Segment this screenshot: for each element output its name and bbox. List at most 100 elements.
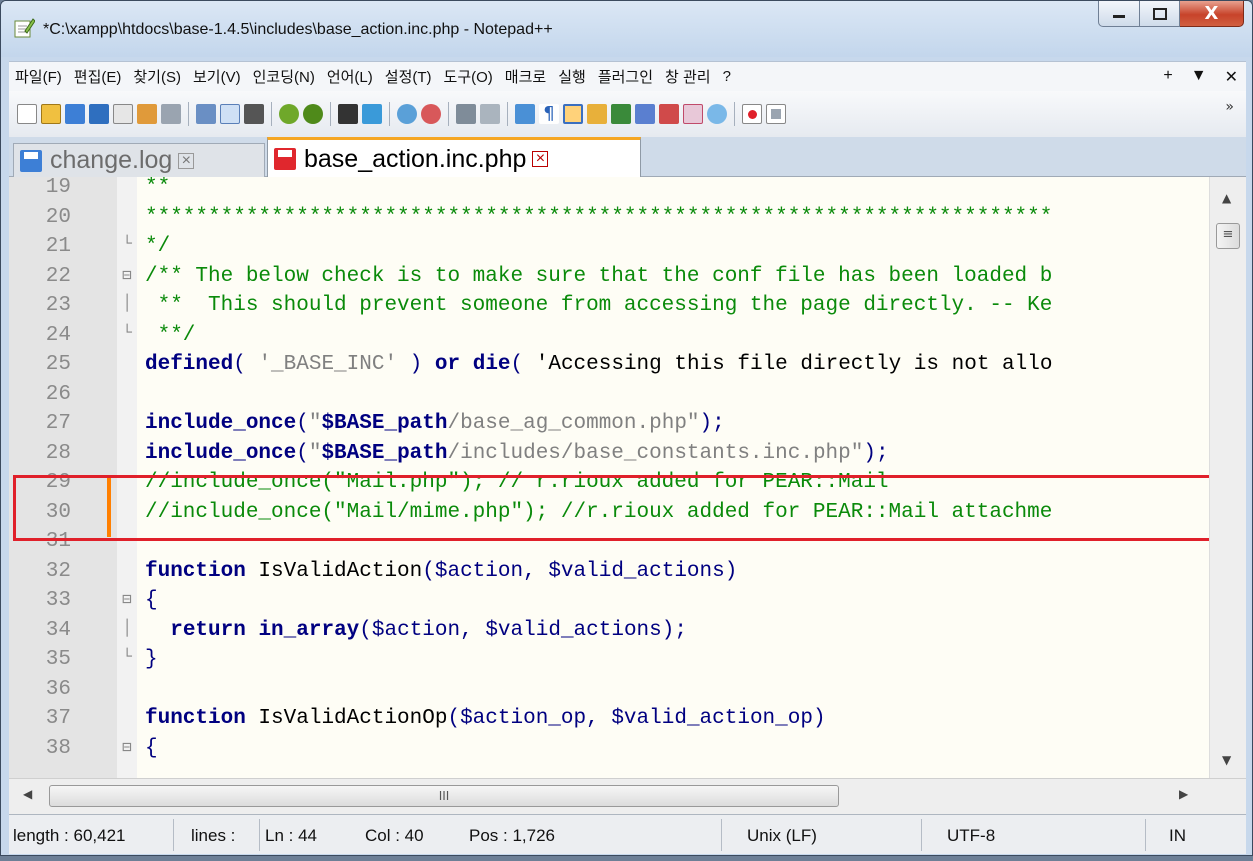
status-lines: lines :: [191, 826, 236, 845]
maximize-button[interactable]: [1140, 1, 1180, 27]
doc-list-icon[interactable]: [635, 104, 655, 124]
code-line[interactable]: 25 defined( '_BASE_INC' ) or die( 'Access…: [9, 351, 1246, 381]
doc-map-icon[interactable]: [611, 104, 631, 124]
zoom-in-icon[interactable]: [397, 104, 417, 124]
fold-marker-icon[interactable]: ⊟: [118, 589, 136, 615]
user-language-icon[interactable]: [587, 104, 607, 124]
menu-run[interactable]: 실행: [552, 66, 592, 87]
scroll-left-icon[interactable]: ◀: [23, 787, 32, 801]
code-text: function IsValidActionOp($action_op, $va…: [145, 707, 826, 730]
menu-view[interactable]: 보기(V): [187, 66, 247, 87]
toolbar-overflow-icon[interactable]: »: [1225, 99, 1234, 115]
horizontal-scroll-thumb[interactable]: III: [49, 785, 839, 807]
copy-icon[interactable]: [220, 104, 240, 124]
close-button[interactable]: X: [1180, 1, 1244, 27]
code-text: }: [145, 648, 158, 671]
code-line[interactable]: 32 function IsValidAction($action, $valid…: [9, 558, 1246, 588]
vertical-scroll-thumb[interactable]: ≡: [1216, 223, 1240, 249]
vertical-scrollbar[interactable]: ▲ ≡ ▼: [1209, 177, 1246, 778]
redo-icon[interactable]: [303, 104, 323, 124]
stop-macro-icon[interactable]: [766, 104, 786, 124]
menu-help[interactable]: ?: [717, 68, 737, 85]
code-text: ****************************************…: [145, 205, 1053, 229]
menu-encoding[interactable]: 인코딩(N): [247, 66, 321, 87]
code-text: function IsValidAction($action, $valid_a…: [145, 559, 738, 583]
zoom-out-icon[interactable]: [421, 104, 441, 124]
paste-icon[interactable]: [244, 104, 264, 124]
code-line[interactable]: 21 └ */: [9, 233, 1246, 263]
code-line[interactable]: 26: [9, 381, 1246, 411]
code-line[interactable]: 35 └}: [9, 646, 1246, 676]
close-icon[interactable]: [113, 104, 133, 124]
fold-marker-icon: [118, 412, 136, 438]
code-line[interactable]: 20 **************************************…: [9, 204, 1246, 234]
menu-tools[interactable]: 도구(O): [438, 66, 499, 87]
code-line[interactable]: 27 include_once("$BASE_path/base_ag_commo…: [9, 410, 1246, 440]
code-line[interactable]: 34 │ return in_array($action, $valid_acti…: [9, 617, 1246, 647]
code-line[interactable]: 38 ⊟ {: [9, 735, 1246, 765]
find-icon[interactable]: [338, 104, 358, 124]
undo-icon[interactable]: [279, 104, 299, 124]
save-all-icon[interactable]: [89, 104, 109, 124]
new-tab-icon[interactable]: +: [1163, 67, 1172, 87]
word-wrap-icon[interactable]: [515, 104, 535, 124]
sync-horizontal-icon[interactable]: [480, 104, 500, 124]
close-doc-icon[interactable]: ✕: [1225, 67, 1238, 87]
tab-label: base_action.inc.php: [304, 144, 527, 173]
code-line[interactable]: 33 ⊟ {: [9, 587, 1246, 617]
fold-marker-icon: [118, 206, 136, 232]
new-file-icon[interactable]: [17, 104, 37, 124]
menu-language[interactable]: 언어(L): [321, 66, 379, 87]
close-all-icon[interactable]: [137, 104, 157, 124]
code-line[interactable]: 37 function IsValidActionOp($action_op, $…: [9, 705, 1246, 735]
horizontal-scrollbar[interactable]: ◀ III ▶: [9, 778, 1246, 814]
menu-macro[interactable]: 매크로: [499, 66, 552, 87]
menu-file[interactable]: 파일(F): [9, 66, 68, 87]
menu-settings[interactable]: 설정(T): [379, 66, 438, 87]
show-all-chars-icon[interactable]: ¶: [539, 104, 559, 124]
title-bar[interactable]: *C:\xampp\htdocs\base-1.4.5\includes\bas…: [1, 1, 1252, 57]
code-editor[interactable]: 19 ** 20 **********************************…: [9, 177, 1246, 778]
tab-list-icon[interactable]: ▼: [1191, 67, 1207, 87]
code-line[interactable]: 22 ⊟ /** The below check is to make sure t…: [9, 263, 1246, 293]
scroll-down-icon[interactable]: ▼: [1222, 753, 1231, 767]
code-line[interactable]: 23 │ ** This should prevent someone from …: [9, 292, 1246, 322]
notepadpp-app-icon: [14, 18, 35, 38]
fold-marker-icon[interactable]: ⊟: [118, 265, 136, 291]
open-file-icon[interactable]: [41, 104, 61, 124]
tab-close-icon[interactable]: ×: [178, 152, 195, 169]
sync-vertical-icon[interactable]: [456, 104, 476, 124]
indent-guide-icon[interactable]: [563, 104, 583, 124]
menu-window[interactable]: 창 관리: [659, 66, 717, 87]
function-list-icon[interactable]: [659, 104, 679, 124]
code-text: {: [145, 589, 158, 612]
menu-search[interactable]: 찾기(S): [127, 66, 187, 87]
code-line[interactable]: 28 include_once("$BASE_path/includes/base…: [9, 440, 1246, 470]
menu-edit[interactable]: 편집(E): [68, 66, 128, 87]
cut-icon[interactable]: [196, 104, 216, 124]
replace-icon[interactable]: [362, 104, 382, 124]
minimize-button[interactable]: [1098, 1, 1140, 27]
code-text: **: [145, 177, 171, 199]
print-icon[interactable]: [161, 104, 181, 124]
menu-plugins[interactable]: 플러그인: [592, 66, 659, 87]
code-line[interactable]: 19 **: [9, 177, 1246, 204]
fold-marker-icon: │: [122, 294, 132, 312]
tab-close-icon[interactable]: ×: [532, 151, 549, 167]
monitoring-icon[interactable]: [707, 104, 727, 124]
scroll-up-icon[interactable]: ▲: [1222, 191, 1231, 205]
fold-marker-icon[interactable]: ⊟: [118, 737, 136, 763]
tab-base-action[interactable]: base_action.inc.php ×: [267, 137, 641, 178]
folder-workspace-icon[interactable]: [683, 104, 703, 124]
status-line-number: Ln : 44: [265, 826, 317, 845]
record-macro-icon[interactable]: [742, 104, 762, 124]
save-icon[interactable]: [65, 104, 85, 124]
code-line[interactable]: 24 └ **/: [9, 322, 1246, 352]
tab-change-log[interactable]: change.log ×: [13, 143, 265, 177]
code-line[interactable]: 36: [9, 676, 1246, 706]
status-separator: [1145, 819, 1146, 851]
scroll-right-icon[interactable]: ▶: [1179, 787, 1188, 801]
maximize-icon: [1152, 7, 1167, 20]
stop-square-icon: [771, 109, 781, 119]
toolbar-separator: [734, 102, 735, 126]
